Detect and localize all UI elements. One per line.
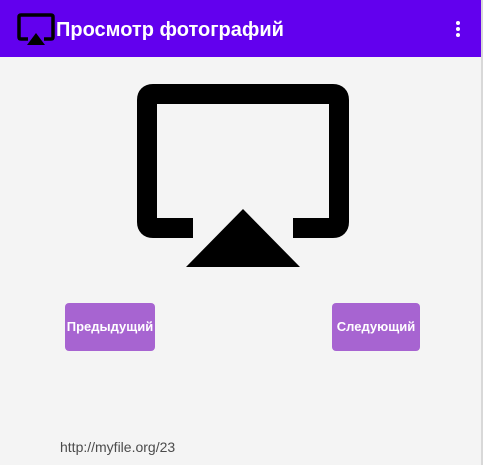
- app-bar: Просмотр фотографий: [0, 0, 481, 57]
- app-title: Просмотр фотографий: [56, 19, 284, 41]
- image-url: http://myfile.org/23: [60, 439, 176, 455]
- photo-viewer-screen: Просмотр фотографий Предыдущий Следующий…: [0, 0, 483, 465]
- more-vertical-icon[interactable]: [448, 15, 468, 43]
- airplay-icon: [17, 13, 55, 45]
- previous-button[interactable]: Предыдущий: [65, 303, 155, 351]
- next-button[interactable]: Следующий: [332, 303, 420, 351]
- airplay-icon: [137, 84, 349, 267]
